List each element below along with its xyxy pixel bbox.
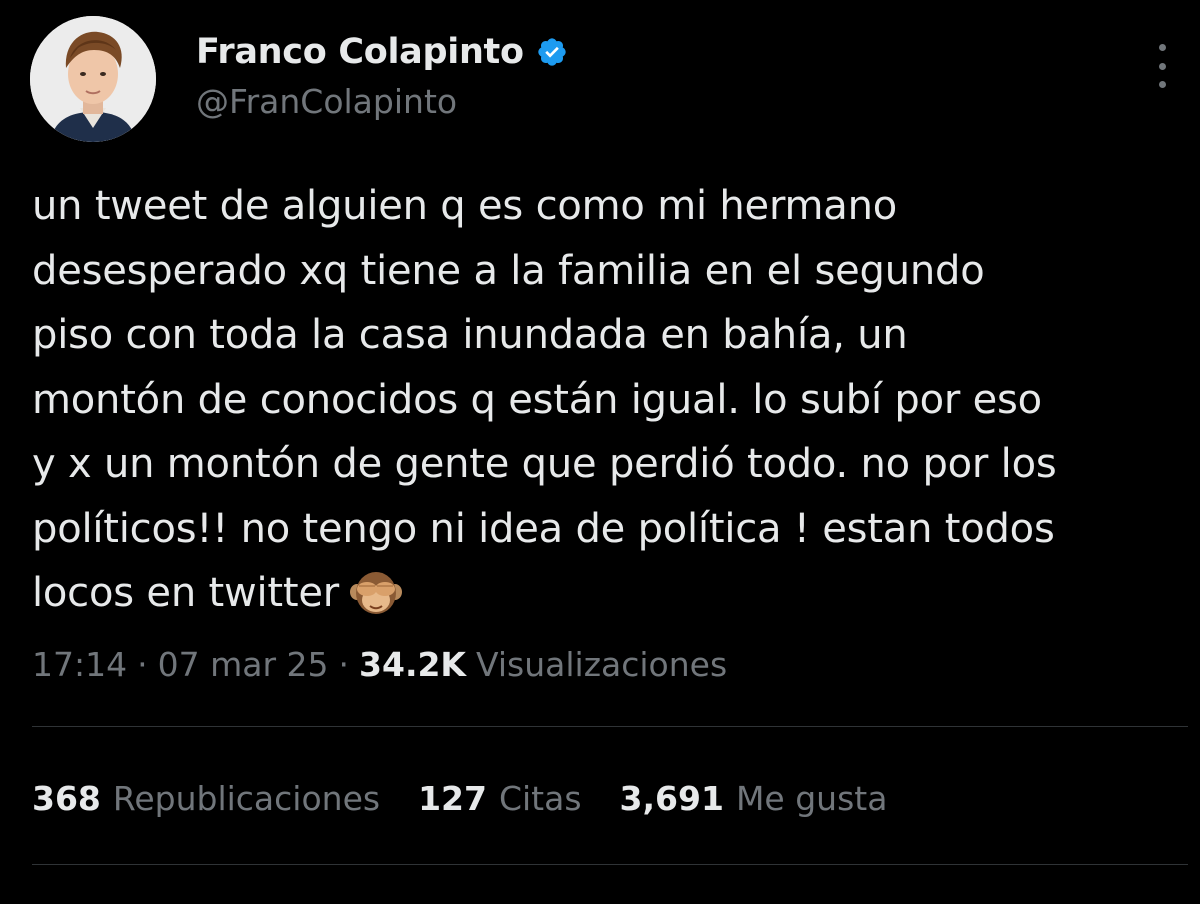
verified-badge-icon[interactable] — [536, 36, 568, 68]
tweet-meta: 17:14 · 07 mar 25 · 34.2K Visualizacione… — [32, 636, 727, 692]
likes-label: Me gusta — [735, 778, 888, 818]
divider — [32, 726, 1188, 727]
tweet-date[interactable]: 07 mar 25 — [158, 645, 329, 684]
more-dot — [1158, 62, 1166, 70]
tweet-line: y x un montón de gente que perdió todo. … — [32, 441, 1057, 487]
author-info: Franco Colapinto @FranColapinto — [196, 28, 568, 121]
reposts-label: Republicaciones — [112, 778, 381, 818]
tweet-line: desesperado xq tiene a la familia en el … — [32, 247, 985, 294]
more-dot — [1158, 44, 1166, 51]
tweet-line: un tweet de alguien q es como mi hermano — [32, 183, 897, 229]
meta-separator: · — [338, 644, 350, 684]
author-handle[interactable]: @FranColapinto — [196, 82, 568, 121]
more-dot — [1158, 81, 1166, 88]
quotes-label: Citas — [498, 778, 582, 818]
meta-separator: · — [137, 644, 148, 684]
reposts-count: 368 — [32, 778, 101, 818]
avatar[interactable] — [30, 16, 156, 142]
reposts-stat[interactable]: 368 Republicaciones — [32, 779, 380, 818]
tweet-line: políticos!! no tengo ni idea de política… — [32, 505, 1055, 552]
tweet-line: locos en twitter — [32, 570, 340, 616]
tweet-line: piso con toda la casa inundada en bahía,… — [32, 312, 908, 358]
tweet-text: un tweet de alguien q es como mi hermano… — [32, 174, 1182, 626]
author-name-row: Franco Colapinto — [196, 28, 568, 76]
views-label: Visualizaciones — [476, 644, 728, 684]
more-options-icon[interactable] — [1146, 44, 1178, 88]
engagement-stats: 368 Republicaciones 127 Citas 3,691 Me g… — [32, 770, 925, 826]
likes-count: 3,691 — [619, 778, 724, 818]
tweet-detail: Franco Colapinto @FranColapinto un tweet… — [0, 0, 1200, 904]
quotes-count: 127 — [418, 778, 487, 818]
profile-photo — [30, 16, 156, 142]
tweet-line: montón de conocidos q están igual. lo su… — [32, 376, 1042, 423]
divider — [32, 864, 1188, 865]
see-no-evil-monkey-emoji — [349, 568, 403, 616]
quotes-stat[interactable]: 127 Citas — [418, 779, 581, 818]
author-display-name[interactable]: Franco Colapinto — [196, 32, 524, 72]
likes-stat[interactable]: 3,691 Me gusta — [620, 779, 888, 818]
tweet-time[interactable]: 17:14 — [32, 645, 127, 684]
views-count: 34.2K — [359, 644, 467, 684]
